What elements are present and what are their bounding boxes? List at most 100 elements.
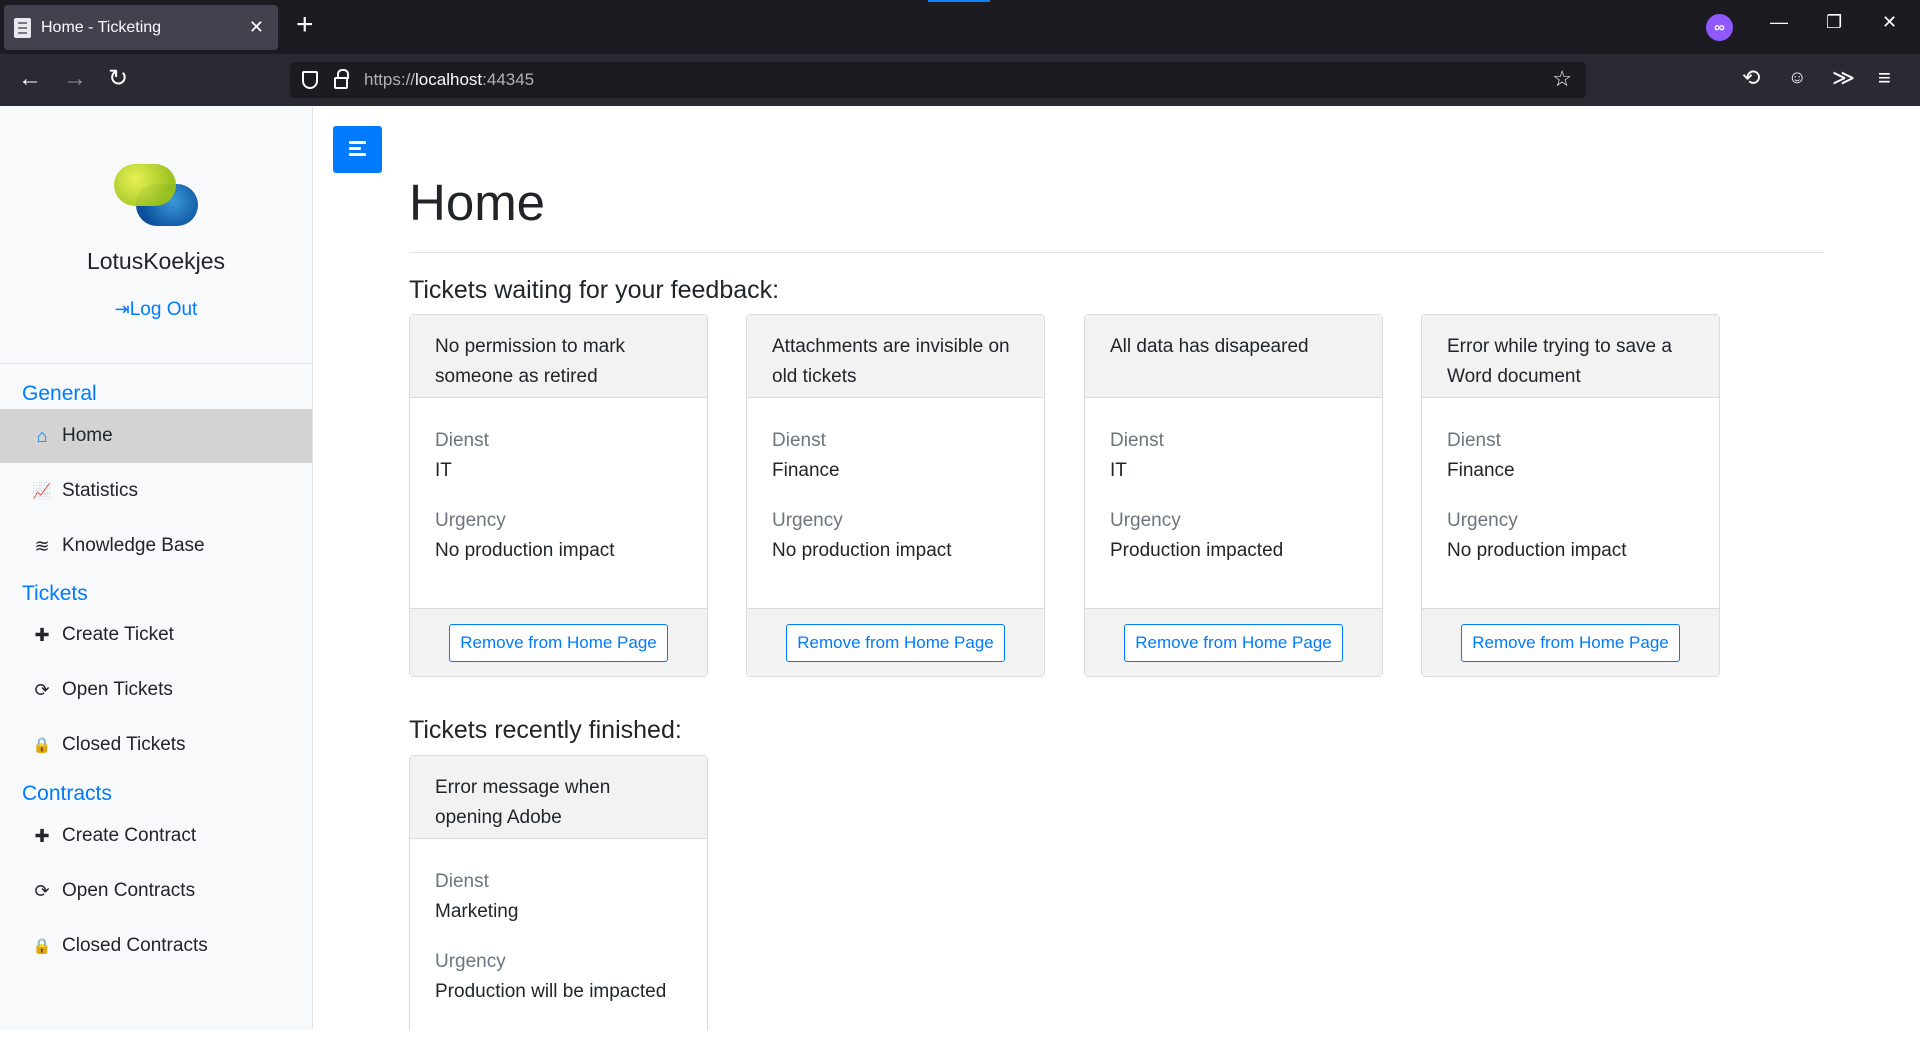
extensions-overflow-icon[interactable]: ≫ — [1832, 65, 1855, 91]
urgency-value: No production impact — [772, 540, 952, 561]
tab-close-icon[interactable]: ✕ — [249, 17, 264, 38]
remove-from-home-button[interactable]: Remove from Home Page — [449, 623, 668, 662]
ticket-footer: Remove from Home Page — [1422, 608, 1719, 676]
sidebar-item-label: Open Tickets — [62, 679, 173, 700]
lock-icon: 🔒 — [32, 737, 52, 754]
sidebar-item-closed-contracts[interactable]: 🔒 Closed Contracts — [0, 919, 312, 973]
sidebar: LotusKoekjes ⇥Log Out General ⌂ Home 📈 S… — [0, 106, 313, 1030]
tab-title: Home - Ticketing — [41, 18, 162, 36]
dienst-label: Dienst — [1110, 430, 1164, 451]
ticket-title: Error while trying to save a Word docume… — [1422, 315, 1719, 398]
dienst-value: Marketing — [435, 901, 519, 922]
dienst-label: Dienst — [1447, 430, 1501, 451]
window-restore-button[interactable]: ❐ — [1826, 12, 1842, 33]
logout-link[interactable]: ⇥Log Out — [0, 299, 312, 321]
ticket-title: Error message when opening Adobe — [410, 756, 707, 839]
tracking-shield-icon[interactable] — [302, 71, 318, 89]
reload-button[interactable]: ↻ — [108, 64, 128, 94]
sidebar-item-label: Create Contract — [62, 825, 197, 846]
ticket-title: No permission to mark someone as retired — [410, 315, 707, 398]
account-icon[interactable]: ☺ — [1788, 67, 1806, 88]
ticket-details: Dienst IT Urgency No production impact — [410, 398, 707, 608]
forward-button[interactable]: → — [63, 64, 87, 94]
sidebar-item-label: Closed Contracts — [62, 935, 208, 956]
url-text[interactable]: https://localhost:44345 — [364, 70, 534, 90]
sidebar-item-open-contracts[interactable]: ⟳ Open Contracts — [0, 864, 312, 918]
title-divider — [409, 252, 1824, 253]
ticket-details: Dienst Finance Urgency No production imp… — [747, 398, 1044, 608]
sidebar-item-statistics[interactable]: 📈 Statistics — [0, 464, 312, 518]
database-icon: ≋ — [34, 535, 50, 556]
company-logo — [114, 164, 198, 226]
url-port: :44345 — [482, 70, 535, 89]
remove-from-home-button[interactable]: Remove from Home Page — [1461, 623, 1680, 662]
history-icon[interactable]: ⟲ — [1742, 65, 1760, 91]
sidebar-item-label: Knowledge Base — [62, 535, 205, 556]
dienst-value: Finance — [1447, 460, 1515, 481]
sidebar-item-open-tickets[interactable]: ⟳ Open Tickets — [0, 663, 312, 717]
plus-icon: ✚ — [34, 825, 50, 846]
sidebar-item-create-ticket[interactable]: ✚ Create Ticket — [0, 608, 312, 662]
tab-accent-line — [928, 0, 990, 2]
ticket-footer: Remove from Home Page — [747, 608, 1044, 676]
urgency-value: Production impacted — [1110, 540, 1284, 561]
app-menu-icon[interactable]: ≡ — [1878, 65, 1891, 91]
window-close-button[interactable]: ✕ — [1882, 12, 1897, 33]
browser-tab-bar: Home - Ticketing ✕ + ∞ — ❐ ✕ — [0, 0, 1920, 54]
sidebar-item-closed-tickets[interactable]: 🔒 Closed Tickets — [0, 718, 312, 772]
sidebar-toggle-button[interactable] — [333, 126, 382, 173]
sidebar-item-label: Statistics — [62, 480, 139, 501]
ticket-card: Attachments are invisible on old tickets… — [746, 314, 1045, 677]
private-browsing-icon: ∞ — [1706, 14, 1733, 41]
section-contracts: Contracts — [22, 782, 112, 805]
address-bar[interactable]: https://localhost:44345 ☆ — [290, 62, 1586, 98]
sidebar-item-home[interactable]: ⌂ Home — [0, 409, 312, 463]
ticket-details: Dienst Marketing Urgency Production will… — [410, 839, 707, 1049]
dienst-value: IT — [1110, 460, 1127, 481]
sidebar-item-label: Open Contracts — [62, 880, 196, 901]
urgency-label: Urgency — [1447, 510, 1518, 531]
dienst-label: Dienst — [772, 430, 826, 451]
urgency-value: Production will be impacted — [435, 981, 667, 1002]
new-tab-button[interactable]: + — [296, 10, 314, 40]
ticket-footer: Remove from Home Page — [1085, 608, 1382, 676]
urgency-value: No production impact — [435, 540, 615, 561]
lock-icon: 🔒 — [32, 938, 52, 955]
finished-section-title: Tickets recently finished: — [409, 716, 682, 744]
dienst-label: Dienst — [435, 430, 489, 451]
sidebar-item-create-contract[interactable]: ✚ Create Contract — [0, 809, 312, 863]
browser-tab[interactable]: Home - Ticketing ✕ — [4, 5, 278, 50]
sync-icon: ⟳ — [34, 679, 50, 700]
bookmark-star-icon[interactable]: ☆ — [1552, 66, 1572, 92]
lock-icon[interactable] — [334, 69, 349, 89]
ticket-footer: Remove from Home Page — [410, 608, 707, 676]
align-left-icon — [349, 141, 366, 144]
dienst-value: IT — [435, 460, 452, 481]
remove-from-home-button[interactable]: Remove from Home Page — [786, 623, 1005, 662]
plus-icon: ✚ — [34, 624, 50, 645]
sidebar-item-label: Home — [62, 425, 113, 446]
remove-from-home-button[interactable]: Remove from Home Page — [1124, 623, 1343, 662]
dienst-value: Finance — [772, 460, 840, 481]
back-button[interactable]: ← — [18, 64, 42, 94]
browser-nav-bar: ← → ↻ https://localhost:44345 ☆ ⟲ ☺ ≫ ≡ — [0, 54, 1920, 106]
sign-out-icon: ⇥ — [114, 299, 130, 319]
ticket-title: Attachments are invisible on old tickets — [747, 315, 1044, 398]
urgency-value: No production impact — [1447, 540, 1627, 561]
window-minimize-button[interactable]: — — [1770, 12, 1788, 33]
logout-label: Log Out — [129, 299, 198, 320]
url-scheme: https:// — [364, 70, 416, 89]
urgency-label: Urgency — [435, 510, 506, 531]
page-title: Home — [409, 174, 546, 231]
urgency-label: Urgency — [435, 951, 506, 972]
sidebar-item-knowledge-base[interactable]: ≋ Knowledge Base — [0, 519, 312, 573]
page-favicon-icon — [14, 17, 31, 38]
section-general: General — [22, 382, 97, 405]
home-icon: ⌂ — [36, 425, 48, 446]
chart-line-icon: 📈 — [32, 483, 52, 500]
url-host: localhost — [415, 70, 483, 89]
section-tickets: Tickets — [22, 582, 88, 605]
ticket-details: Dienst Finance Urgency No production imp… — [1422, 398, 1719, 608]
ticket-title: All data has disapeared — [1085, 315, 1382, 398]
ticket-details: Dienst IT Urgency Production impacted — [1085, 398, 1382, 608]
